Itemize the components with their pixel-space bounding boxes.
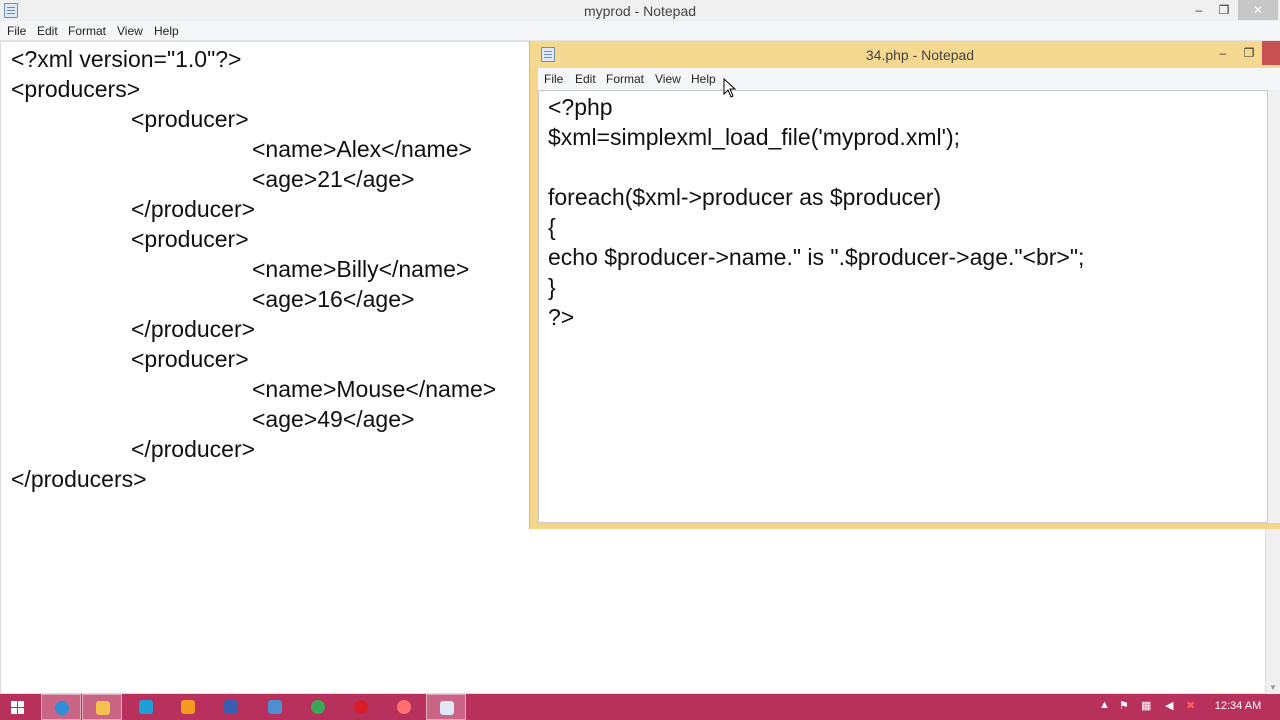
menu-format[interactable]: Format (606, 72, 644, 86)
search-app-icon (181, 700, 195, 714)
store-icon (139, 700, 153, 714)
code-line: { (548, 214, 556, 240)
taskbar-chrome-button[interactable] (298, 694, 338, 720)
action-center-icon[interactable]: ⚑ (1119, 699, 1129, 712)
notepad-window-34php: 34.php - Notepad – ❐ File Edit Format Vi… (529, 41, 1280, 529)
code-line: </producer> (131, 436, 256, 462)
menu-format[interactable]: Format (68, 24, 106, 38)
minimize-button[interactable]: – (1186, 0, 1212, 20)
menu-edit[interactable]: Edit (37, 24, 58, 38)
menu-help[interactable]: Help (154, 24, 179, 38)
code-line: echo $producer->name." is ".$producer->a… (548, 244, 1085, 270)
code-line: <name>Billy</name> (252, 256, 470, 282)
vertical-scrollbar[interactable] (1268, 90, 1280, 523)
minimize-button[interactable]: – (1210, 43, 1236, 63)
code-line: } (548, 274, 556, 300)
menu-view[interactable]: View (117, 24, 143, 38)
taskbar-store-button[interactable] (126, 694, 166, 720)
code-line: $xml=simplexml_load_file('myprod.xml'); (548, 124, 961, 150)
title-bar[interactable]: myprod - Notepad – ❐ ✕ (0, 0, 1280, 21)
code-line: <age>49</age> (252, 406, 415, 432)
keyboard-app-icon (268, 700, 282, 714)
maximize-button[interactable]: ❐ (1236, 43, 1262, 63)
code-line: <producer> (131, 346, 249, 372)
menu-view[interactable]: View (655, 72, 681, 86)
taskbar-file-explorer-button[interactable] (82, 694, 122, 720)
code-line: </producer> (131, 196, 256, 222)
code-line: <name>Mouse</name> (252, 376, 497, 402)
code-line: <producer> (131, 106, 249, 132)
menu-file[interactable]: File (7, 24, 26, 38)
security-alert-icon[interactable]: ✖ (1186, 699, 1195, 712)
taskbar: ▲ ⚑ ▦ ◀ ✖ 12:34 AM (0, 694, 1280, 720)
code-line: </producer> (131, 316, 256, 342)
media-player-icon (397, 700, 411, 714)
code-line: <name>Alex</name> (252, 136, 472, 162)
title-bar[interactable]: 34.php - Notepad – ❐ (530, 41, 1280, 68)
file-explorer-icon (96, 701, 110, 715)
start-button[interactable] (0, 694, 36, 720)
code-line: foreach($xml->producer as $producer) (548, 184, 942, 210)
window-border (530, 523, 1280, 529)
scroll-down-icon[interactable]: ▼ (1269, 683, 1277, 692)
mouse-pointer-icon (723, 78, 737, 98)
code-line: <producers> (11, 76, 141, 102)
code-line: <age>16</age> (252, 286, 415, 312)
menu-file[interactable]: File (544, 72, 563, 86)
windows-logo-icon (11, 701, 24, 714)
menu-help[interactable]: Help (691, 72, 716, 86)
network-icon[interactable]: ▦ (1141, 699, 1151, 712)
taskbar-keyboard-app-button[interactable] (255, 694, 295, 720)
window-title: myprod - Notepad (583, 3, 697, 19)
window-title: 34.php - Notepad (865, 47, 975, 63)
taskbar-internet-explorer-button[interactable] (41, 694, 81, 720)
close-button[interactable] (1262, 41, 1280, 65)
close-button[interactable]: ✕ (1238, 0, 1278, 20)
menu-bar: File Edit Format View Help (0, 21, 1280, 41)
restore-button[interactable]: ❐ (1212, 0, 1236, 20)
show-hidden-icons-icon[interactable]: ▲ (1099, 699, 1110, 711)
code-line: </producers> (11, 466, 147, 492)
recorder-icon (354, 700, 368, 714)
notepad-icon (440, 701, 454, 715)
code-line: <producer> (131, 226, 249, 252)
taskbar-search-app-button[interactable] (168, 694, 208, 720)
code-line: ?> (548, 304, 575, 330)
taskbar-notepad-button[interactable] (426, 694, 466, 720)
chrome-icon (311, 700, 325, 714)
code-line: <?php (548, 94, 613, 120)
internet-explorer-icon (55, 701, 69, 715)
clock[interactable]: 12:34 AM (1210, 700, 1266, 712)
media-app-icon (224, 700, 238, 714)
taskbar-media-player-button[interactable] (384, 694, 424, 720)
taskbar-recorder-button[interactable] (341, 694, 381, 720)
code-line: <age>21</age> (252, 166, 415, 192)
menu-bar: File Edit Format View Help (538, 68, 1280, 90)
menu-edit[interactable]: Edit (575, 72, 596, 86)
text-editor-area[interactable]: <?php $xml=simplexml_load_file('myprod.x… (538, 90, 1268, 523)
volume-icon[interactable]: ◀ (1165, 699, 1173, 712)
code-line: <?xml version="1.0"?> (11, 46, 242, 72)
taskbar-media-app-button[interactable] (211, 694, 251, 720)
